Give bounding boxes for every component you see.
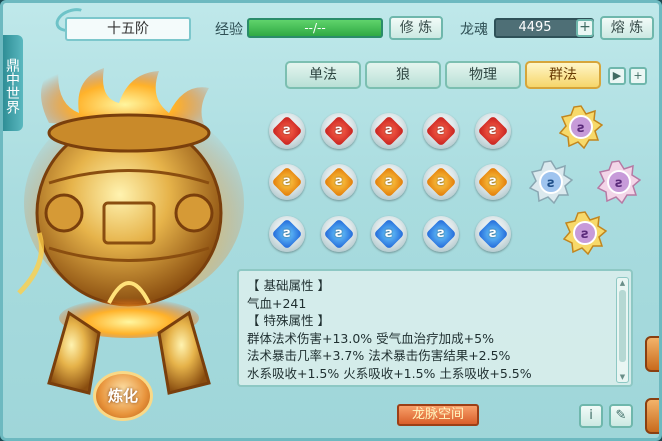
gem-red-3[interactable]: ƨ [371,113,407,149]
svg-text:ƨ: ƨ [581,227,589,242]
gem-blue-1[interactable]: ƨ [269,216,305,252]
special-attr-line-1: 群体法术伤害+13.0% 受气血治疗加成+5% [247,330,494,346]
next-tab-arrow-icon[interactable]: ▶ [608,67,626,85]
tab-group-magic[interactable]: 群法 [525,61,601,89]
add-tab-button[interactable]: + [629,67,647,85]
gem-blue-3[interactable]: ƨ [371,216,407,252]
gem-orange-5[interactable]: ƨ [475,164,511,200]
exp-bar: --/-- [247,18,383,38]
gem-red-2[interactable]: ƨ [321,113,357,149]
dragon-vein-space-button[interactable]: 龙脉空间 [397,404,479,426]
scroll-down-icon[interactable]: ▼ [618,373,627,381]
special-attr-heading: 【 特殊属性 】 [247,313,330,328]
scroll-up-icon[interactable]: ▲ [618,279,627,287]
side-shortcut-2[interactable] [645,398,659,434]
star-slot-bottom-icon[interactable]: ƨ [563,211,607,255]
gem-orange-2[interactable]: ƨ [321,164,357,200]
soul-label: 龙魂 [460,22,488,38]
gem-red-4[interactable]: ƨ [423,113,459,149]
svg-text:ƨ: ƨ [577,121,585,136]
exp-label: 经验 [215,22,243,38]
tab-wolf[interactable]: 狼 [365,61,441,89]
star-slot-right-icon[interactable]: ƨ [597,160,641,204]
star-slot-top-icon[interactable]: ƨ [559,105,603,149]
side-shortcut-1[interactable] [645,336,659,372]
scroll-thumb[interactable] [619,290,626,362]
tier-display: 十五阶 [65,17,191,41]
smelt-button[interactable]: 熔 炼 [600,16,654,40]
tab-single-magic[interactable]: 单法 [285,61,361,89]
special-attr-line-3: 水系吸收+1.5% 火系吸收+1.5% 土系吸收+5.5% [247,365,532,381]
tab-physical[interactable]: 物理 [445,61,521,89]
star-slot-left-icon[interactable]: ƨ [529,160,573,204]
gem-blue-5[interactable]: ƨ [475,216,511,252]
gem-orange-1[interactable]: ƨ [269,164,305,200]
special-attr-line-2: 法术暴击几率+3.7% 法术暴击伤害结果+2.5% [247,348,511,363]
gem-red-5[interactable]: ƨ [475,113,511,149]
cultivate-button[interactable]: 修 炼 [389,16,443,40]
info-scrollbar[interactable]: ▲ ▼ [616,277,629,383]
add-soul-button[interactable]: + [576,19,594,37]
refine-button[interactable]: 炼化 [93,371,153,421]
attribute-info-box: 【 基础属性 】 气血+241 【 特殊属性 】 群体法术伤害+13.0% 受气… [237,269,633,387]
info-icon[interactable]: i [579,404,603,428]
gem-blue-4[interactable]: ƨ [423,216,459,252]
svg-text:ƨ: ƨ [615,176,623,191]
gem-red-1[interactable]: ƨ [269,113,305,149]
basic-attr-heading: 【 基础属性 】 [247,278,330,293]
gem-blue-2[interactable]: ƨ [321,216,357,252]
basic-attr-line: 气血+241 [247,295,307,311]
svg-text:ƨ: ƨ [547,176,555,191]
edit-icon[interactable]: ✎ [609,404,633,428]
gem-orange-4[interactable]: ƨ [423,164,459,200]
dragon-vein-panel: 鼎中世界 十五阶 经验 --/-- 修 炼 龙魂 4495 + 熔 炼 单法 狼… [0,0,662,441]
gem-orange-3[interactable]: ƨ [371,164,407,200]
